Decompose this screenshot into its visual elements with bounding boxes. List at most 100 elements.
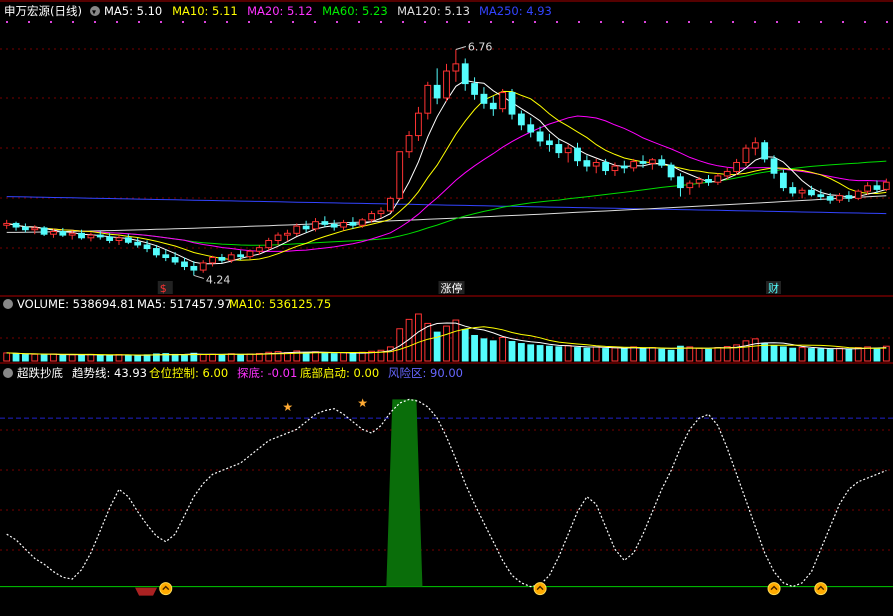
signal-dot <box>424 21 426 23</box>
candle-body <box>864 185 872 192</box>
candle-body <box>115 237 123 241</box>
volume-bar <box>3 352 11 362</box>
signal-dot <box>820 21 822 23</box>
volume-bar <box>789 347 797 362</box>
runner-icon: ★ <box>282 400 293 414</box>
volume-bar <box>143 354 151 362</box>
candle-body <box>433 84 441 99</box>
volume-bar <box>817 348 825 362</box>
candle-body <box>620 165 628 169</box>
indicator-settings-icon[interactable] <box>3 368 13 378</box>
volume-bar <box>630 346 638 362</box>
stock-title: 申万宏源(日线) <box>4 4 82 18</box>
bottom-launch-icon <box>533 582 547 596</box>
candle-body <box>218 257 226 261</box>
candle-body <box>854 190 862 199</box>
volume-bar <box>78 354 85 362</box>
signal-dot <box>556 21 558 23</box>
candle-body <box>96 234 104 238</box>
volume-bar <box>199 354 207 362</box>
candle-body <box>677 176 684 189</box>
volume-bar <box>330 353 338 362</box>
indicator-title: 超跌抄底 <box>17 366 63 380</box>
candle-body <box>209 257 216 264</box>
signal-dot <box>600 21 602 23</box>
signal-dot <box>402 21 404 23</box>
candle-body <box>21 226 29 231</box>
candle-body <box>396 151 404 199</box>
volume-bar <box>854 347 862 362</box>
position-control-bar <box>386 399 423 587</box>
bottom-launch-icon <box>767 582 781 596</box>
signal-dot <box>842 21 844 23</box>
bottom-launch-icon <box>814 582 828 596</box>
volume-bar <box>667 349 675 362</box>
volume-bar <box>864 346 872 362</box>
candle-body <box>527 124 535 133</box>
candle-body <box>293 225 301 234</box>
volume-bar <box>452 319 460 362</box>
candle-body <box>340 222 347 228</box>
volume-bar <box>246 353 254 362</box>
volume-bar <box>873 347 881 362</box>
stock-chart: 6.76 4.24 $ 涨停 财 ★ ★ 申万宏源(日线) ▾ MA5: 5.10 MA10… <box>0 0 893 616</box>
candle-body <box>321 221 329 225</box>
candle-body <box>480 93 488 104</box>
candle-body <box>808 189 815 196</box>
signal-dot <box>28 21 30 23</box>
candle-body <box>602 161 609 172</box>
candle-body <box>592 161 600 167</box>
signal-dot <box>336 21 338 23</box>
volume-bar <box>87 353 95 362</box>
event-marker: 财 <box>768 281 779 295</box>
indicator-explore: 探底: -0.01 <box>237 366 297 380</box>
volume-bar <box>302 352 310 362</box>
signal-dot <box>666 21 668 23</box>
candle-body <box>68 232 76 236</box>
candle-body <box>199 262 207 271</box>
candle-body <box>181 261 188 267</box>
signal-dot <box>94 21 96 23</box>
candle-body <box>59 231 67 236</box>
volume-ma10: MA10: 536125.75 <box>229 297 331 311</box>
signal-dot <box>798 21 800 23</box>
candle-body <box>134 241 142 246</box>
volume-bar <box>808 348 815 362</box>
signal-dot <box>490 21 492 23</box>
candle-body <box>162 254 170 259</box>
candle-body <box>330 223 338 228</box>
volume-bar <box>845 348 853 362</box>
signal-dot <box>270 21 272 23</box>
candle-body <box>255 247 263 252</box>
volume-bar <box>96 354 104 362</box>
candle-body <box>12 222 20 228</box>
signal-dot <box>886 21 888 23</box>
ma-legend: MA5: 5.10 MA10: 5.11 MA20: 5.12 MA60: 5.23 M… <box>104 4 552 18</box>
candle-body <box>555 144 563 154</box>
volume-bar <box>639 347 647 362</box>
indicator-risk: 风险区: 90.00 <box>388 366 463 380</box>
candle-body <box>312 221 319 230</box>
runner-icon: ★ <box>357 396 368 410</box>
candle-body <box>489 102 497 110</box>
candle-body <box>789 187 797 194</box>
event-marker: $ <box>160 282 167 295</box>
candle-body <box>143 244 151 250</box>
volume-bar <box>134 355 142 362</box>
signal-dot <box>512 21 514 23</box>
low-label: 4.24 <box>206 273 231 286</box>
candle-body <box>461 63 469 85</box>
volume-bar <box>424 322 432 362</box>
volume-bar <box>237 354 245 362</box>
volume-bar <box>415 313 422 362</box>
candle-body <box>405 135 413 153</box>
candle-body <box>106 236 114 241</box>
signal-dot <box>138 21 140 23</box>
volume-bar <box>723 346 731 362</box>
candle-body <box>695 179 703 184</box>
volume-bar <box>68 354 76 362</box>
signal-dot <box>622 21 624 23</box>
volume-settings-icon[interactable] <box>3 299 13 309</box>
indicator-launch: 底部启动: 0.00 <box>300 366 379 380</box>
volume-bar <box>340 352 347 362</box>
